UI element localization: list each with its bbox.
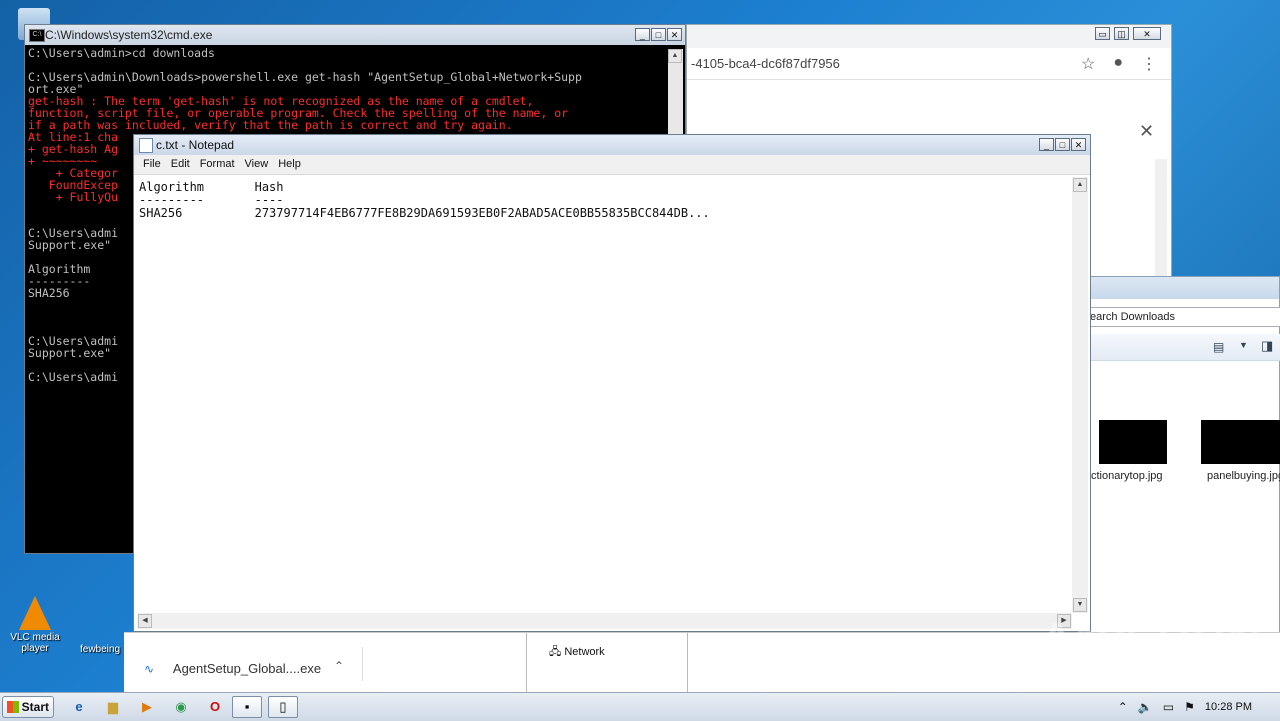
close-icon[interactable]: ✕ — [1139, 121, 1154, 142]
cmd-title-bar[interactable]: C:\ C:\Windows\system32\cmd.exe _ □ ✕ — [25, 25, 685, 45]
address-bar[interactable]: -4105-bca4-dc6f87df7956 ☆ ● ⋮ — [687, 48, 1171, 80]
bookmark-star-icon[interactable]: ☆ — [1081, 54, 1095, 74]
file-thumbnail[interactable] — [1201, 420, 1280, 464]
chevron-down-icon[interactable]: ▼ — [1239, 340, 1248, 350]
vlc-cone-icon — [19, 596, 51, 630]
start-label: Start — [21, 700, 49, 714]
explorer-title-bar[interactable] — [1089, 277, 1279, 299]
menu-help[interactable]: Help — [273, 155, 306, 174]
nav-item-label: Network — [564, 646, 605, 658]
preview-pane-icon[interactable]: ◨ — [1261, 338, 1273, 354]
file-thumbnail[interactable] — [1099, 420, 1167, 464]
menu-kebab-icon[interactable]: ⋮ — [1141, 54, 1157, 74]
taskbar: Start e ▆ ▶ ◉ O ▪ ▯ ⌃ 🔈 ▭ ⚑ 10:28 PM — [0, 692, 1280, 721]
notepad-taskbar-icon[interactable]: ▯ — [268, 696, 298, 718]
windows-logo-icon — [7, 701, 19, 713]
folder-icon[interactable]: ▆ — [98, 696, 128, 718]
close-button[interactable]: ✕ — [1071, 138, 1086, 151]
download-filename: AgentSetup_Global....exe — [172, 661, 322, 676]
scroll-up-arrow-icon[interactable]: ▲ — [668, 49, 682, 63]
system-tray: ⌃ 🔈 ▭ ⚑ 10:28 PM — [1118, 693, 1280, 721]
search-input[interactable]: earch Downloads — [1089, 307, 1280, 327]
file-name[interactable]: panelbuying.jpg — [1207, 470, 1280, 482]
explorer-nav-pane: 🖧 Network — [526, 633, 688, 693]
scroll-down-arrow-icon[interactable]: ▼ — [1073, 598, 1087, 612]
horizontal-scrollbar[interactable]: ◀ ▶ — [137, 613, 1072, 629]
minimize-button[interactable]: ▭ — [1095, 27, 1110, 40]
explorer-toolbar: ▤ ▼ ◨ — [1089, 334, 1280, 361]
file-name[interactable]: ctionarytop.jpg — [1091, 470, 1163, 482]
console-line: if a path was included, verify that the … — [28, 118, 513, 132]
minimize-button[interactable]: _ — [635, 28, 650, 41]
ie-icon[interactable]: e — [64, 696, 94, 718]
console-line: C:\Users\admin\Downloads>powershell.exe … — [28, 70, 582, 84]
menu-file[interactable]: File — [138, 155, 166, 174]
scrollbar[interactable] — [1155, 159, 1167, 277]
network-tray-icon[interactable]: ▭ — [1163, 700, 1174, 714]
divider — [362, 647, 363, 681]
console-line: C:\Users\admin>cd downloads — [28, 47, 215, 60]
desktop-icon-vlc[interactable]: VLC media player — [3, 596, 67, 654]
opera-icon[interactable]: O — [200, 696, 230, 718]
text-editor[interactable]: Algorithm Hash --------- ---- SHA256 273… — [137, 177, 1072, 613]
scroll-up-arrow-icon[interactable]: ▲ — [1073, 178, 1087, 192]
scrollbar[interactable]: ▲ — [668, 49, 683, 139]
maximize-button[interactable]: □ — [651, 28, 666, 41]
desktop-icon-label: fewbeing — [79, 644, 121, 655]
menu-bar: File Edit Format View Help — [134, 155, 1090, 175]
notepad-window[interactable]: c.txt - Notepad _ □ ✕ File Edit Format V… — [133, 134, 1091, 632]
show-hidden-icons-icon[interactable]: ⌃ — [1118, 700, 1128, 714]
chrome-title-bar[interactable]: ▭ ◫ ✕ — [687, 25, 1171, 48]
notepad-icon — [139, 138, 153, 153]
window-title: c.txt - Notepad — [156, 138, 235, 152]
restore-button[interactable]: ◫ — [1114, 27, 1129, 40]
volume-icon[interactable]: 🔈 — [1138, 700, 1153, 714]
scroll-left-arrow-icon[interactable]: ◀ — [138, 614, 152, 628]
nav-item-network[interactable]: 🖧 Network — [549, 643, 605, 662]
url-text[interactable]: -4105-bca4-dc6f87df7956 — [691, 56, 840, 71]
maximize-button[interactable]: □ — [1055, 138, 1070, 151]
start-button[interactable]: Start — [2, 696, 54, 718]
download-progress-icon: ∿ — [144, 662, 155, 676]
menu-edit[interactable]: Edit — [166, 155, 195, 174]
profile-icon[interactable]: ● — [1113, 54, 1123, 74]
network-icon: 🖧 — [549, 646, 562, 658]
watermark-logo: ANY RUN — [1040, 613, 1263, 665]
cmd-icon: C:\ — [29, 29, 45, 42]
flag-icon[interactable]: ⚑ — [1184, 700, 1195, 714]
desktop-icon-label: VLC media player — [10, 632, 60, 654]
chevron-up-icon[interactable]: ⌃ — [334, 659, 344, 673]
close-button[interactable]: ✕ — [667, 28, 682, 41]
view-icon[interactable]: ▤ — [1213, 340, 1224, 354]
vertical-scrollbar[interactable]: ▲ ▼ — [1072, 177, 1088, 613]
clock[interactable]: 10:28 PM — [1205, 701, 1252, 713]
menu-view[interactable]: View — [240, 155, 274, 174]
menu-format[interactable]: Format — [195, 155, 240, 174]
chrome-icon[interactable]: ◉ — [166, 696, 196, 718]
cmd-taskbar-icon[interactable]: ▪ — [232, 696, 262, 718]
window-title: C:\Windows\system32\cmd.exe — [45, 28, 213, 42]
desktop-icon-fewbeing[interactable]: fewbeing — [68, 644, 132, 655]
notepad-title-bar[interactable]: c.txt - Notepad _ □ ✕ — [134, 135, 1090, 155]
download-item[interactable]: ∿ AgentSetup_Global....exe — [144, 661, 321, 676]
close-button[interactable]: ✕ — [1133, 27, 1161, 40]
minimize-button[interactable]: _ — [1039, 138, 1054, 151]
media-player-icon[interactable]: ▶ — [132, 696, 162, 718]
